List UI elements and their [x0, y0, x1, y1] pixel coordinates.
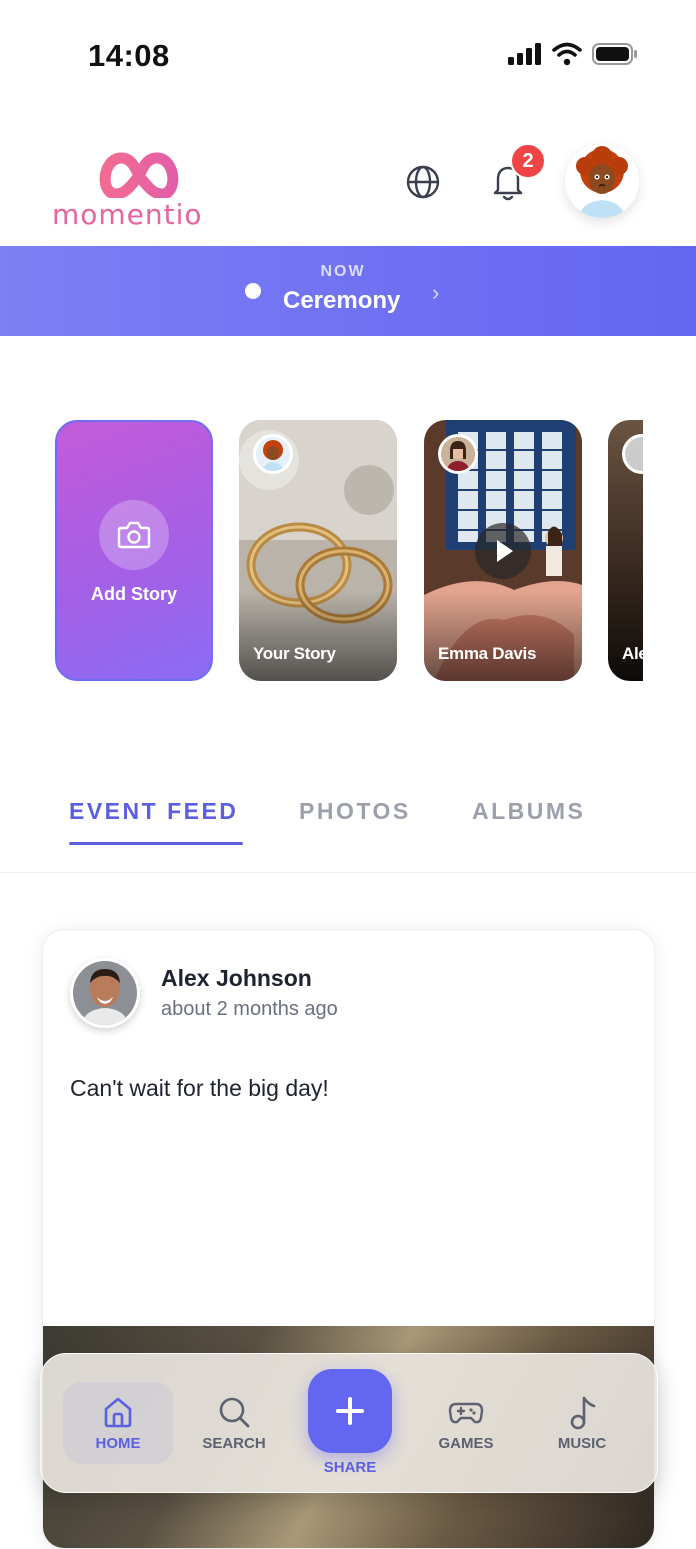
- app-header: momentio 2: [0, 140, 696, 231]
- story-card[interactable]: Your Story: [239, 420, 397, 681]
- notification-badge: 2: [510, 143, 546, 179]
- battery-icon: [592, 43, 637, 65]
- search-icon: [219, 1397, 250, 1428]
- user-avatar-icon: [262, 440, 284, 471]
- add-story-card[interactable]: Add Story: [55, 420, 213, 681]
- chevron-right-icon: ›: [432, 280, 440, 305]
- play-icon[interactable]: [475, 523, 531, 579]
- live-dot: [245, 283, 261, 299]
- app-logo[interactable]: momentio: [50, 148, 225, 231]
- share-label: SHARE: [323, 1459, 377, 1476]
- status-time: 14:08: [88, 38, 170, 73]
- now-label: NOW: [320, 263, 366, 280]
- story-avatar: [253, 434, 293, 474]
- story-name: Emma Davis: [438, 644, 537, 663]
- bottom-navigation: HOME SEARCH SHARE GAMES MUSIC: [40, 1353, 658, 1493]
- status-bar: 14:08: [0, 0, 696, 110]
- user-avatar-icon: [73, 961, 137, 1025]
- story-avatar: [438, 434, 478, 474]
- now-event-title: Ceremony: [283, 287, 401, 314]
- add-story-button[interactable]: [99, 500, 169, 570]
- signal-icon: [508, 43, 541, 65]
- tab-photos[interactable]: PHOTOS: [299, 798, 411, 825]
- nav-music-label: MUSIC: [557, 1435, 607, 1452]
- feed-tabs: EVENT FEED PHOTOS ALBUMS: [0, 790, 696, 873]
- user-avatar-icon: [441, 437, 475, 471]
- post-author-avatar[interactable]: [70, 958, 140, 1028]
- globe-icon: [406, 165, 440, 199]
- gamepad-icon: [448, 1402, 484, 1424]
- language-button[interactable]: [403, 162, 443, 202]
- camera-icon: [117, 521, 151, 549]
- story-name: Your Story: [253, 644, 336, 663]
- story-gradient: [239, 591, 397, 681]
- nav-games-label: GAMES: [438, 1435, 494, 1452]
- wifi-icon: [552, 42, 582, 66]
- stories-carousel[interactable]: Add Story Your Story Emma Davis Al: [0, 420, 696, 682]
- post-text: Can't wait for the big day!: [70, 1075, 329, 1101]
- nav-search-label: SEARCH: [202, 1435, 266, 1452]
- tab-event-feed[interactable]: EVENT FEED: [69, 798, 238, 825]
- share-button[interactable]: [308, 1369, 392, 1453]
- active-tab-indicator: [69, 842, 243, 845]
- nav-search[interactable]: SEARCH: [179, 1382, 289, 1464]
- nav-music[interactable]: MUSIC: [527, 1382, 637, 1464]
- story-card[interactable]: Emma Davis: [424, 420, 582, 681]
- nav-games[interactable]: GAMES: [411, 1382, 521, 1464]
- logo-mark-icon: [99, 152, 179, 198]
- home-icon: [104, 1397, 132, 1428]
- story-card[interactable]: Ale: [608, 420, 643, 681]
- user-avatar-icon: [565, 144, 639, 218]
- story-gradient: [424, 591, 582, 681]
- post-author-name[interactable]: Alex Johnson: [161, 965, 312, 992]
- nav-home-label: HOME: [95, 1435, 141, 1452]
- music-note-icon: [570, 1396, 596, 1430]
- tab-albums[interactable]: ALBUMS: [472, 798, 585, 825]
- profile-avatar[interactable]: [565, 144, 639, 218]
- status-icons: [508, 42, 638, 66]
- add-story-label: Add Story: [90, 584, 177, 604]
- story-name: Ale: [622, 644, 643, 663]
- nav-home[interactable]: HOME: [63, 1382, 173, 1464]
- logo-text: momentio: [52, 198, 203, 231]
- post-timestamp: about 2 months ago: [161, 998, 338, 1020]
- now-banner[interactable]: NOW Ceremony ›: [0, 246, 696, 336]
- plus-icon: [336, 1397, 364, 1425]
